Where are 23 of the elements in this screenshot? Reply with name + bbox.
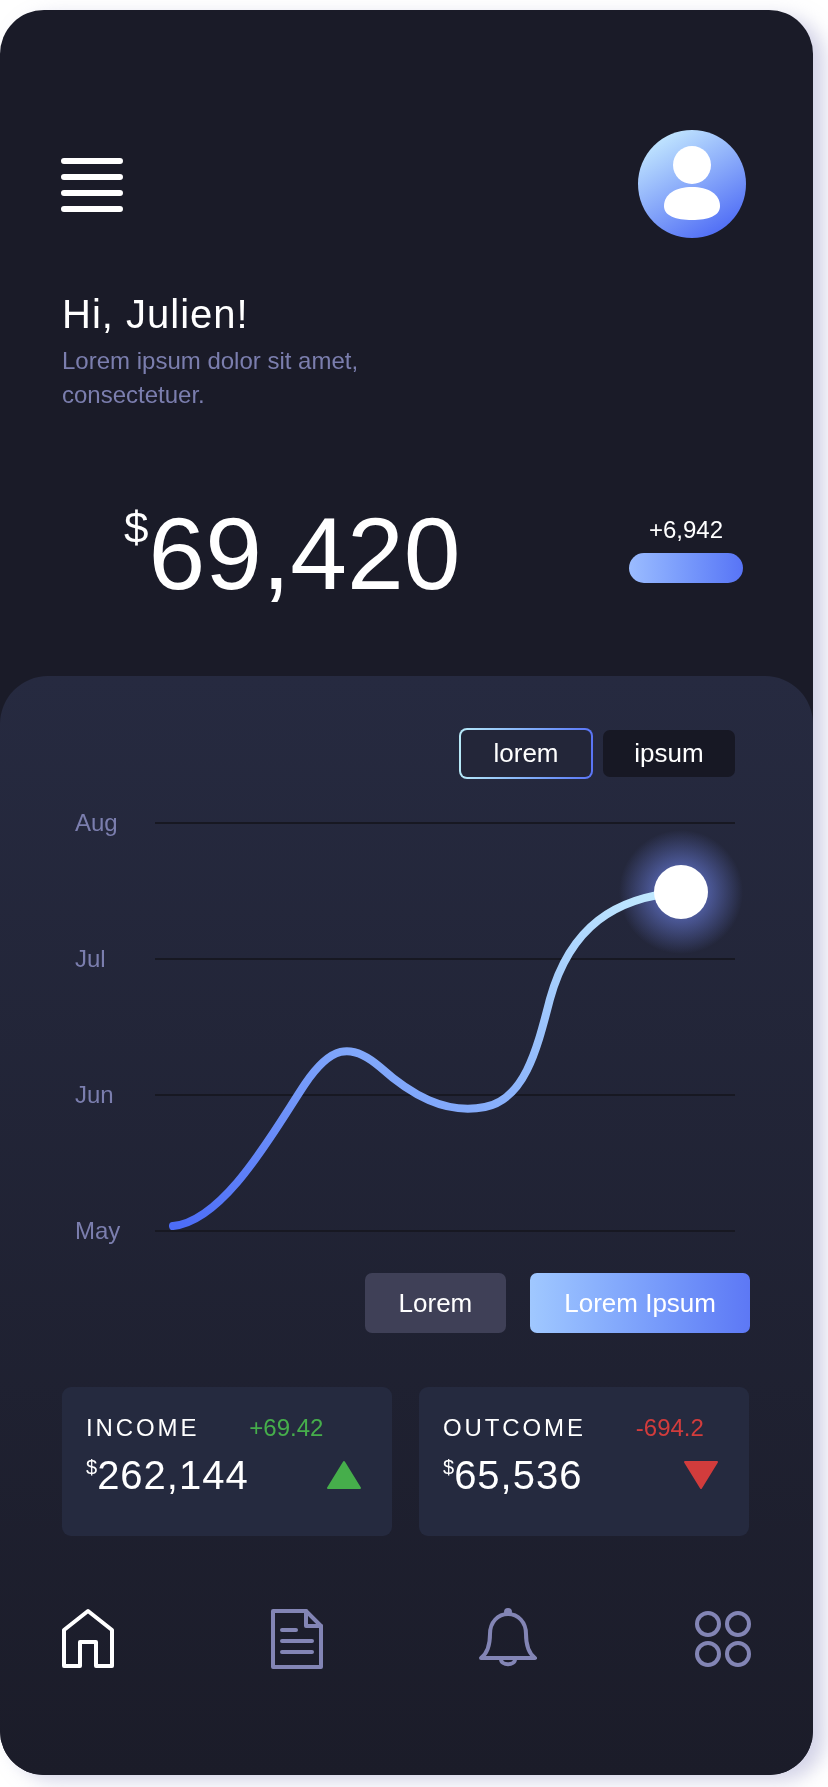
home-icon[interactable] [60,1608,116,1670]
greeting: Hi, Julien! [62,291,250,338]
chart-tab[interactable]: ipsum [603,730,735,777]
axis-label: Jun [74,1080,115,1110]
avatar[interactable] [638,130,746,238]
axis-label: Aug [74,808,119,838]
apps-icon[interactable] [692,1609,753,1669]
card-change: +69.42 [249,1413,324,1443]
balance-amount: $69,420 [124,496,461,613]
card-amount: $65,536 [443,1452,583,1499]
card-title: INCOME [86,1413,200,1443]
card-title: OUTCOME [443,1413,586,1443]
axis-label: May [74,1216,122,1246]
subtitle: Lorem ipsum dolor sit amet, consectetuer. [62,346,360,410]
document-icon[interactable] [269,1608,324,1670]
balance-change: +6,942 [648,515,724,545]
chart-tab[interactable]: lorem [459,728,593,779]
card-change: -694.2 [635,1413,704,1443]
axis-label: Jul [74,944,107,974]
card-amount: $262,144 [86,1452,249,1499]
up-arrow-icon [326,1460,362,1490]
chart-button[interactable]: Lorem [364,1273,507,1333]
down-arrow-icon [683,1460,719,1490]
